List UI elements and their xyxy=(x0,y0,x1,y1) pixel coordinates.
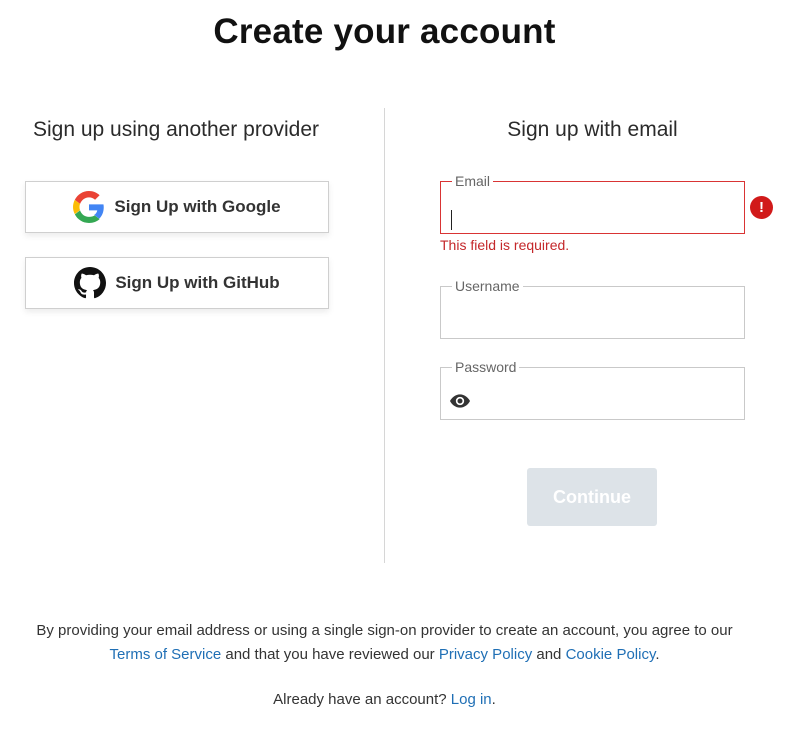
google-icon xyxy=(73,191,105,223)
username-input[interactable] xyxy=(449,293,736,327)
email-field[interactable]: Email xyxy=(440,174,745,234)
page-title: Create your account xyxy=(213,12,556,51)
login-prompt-text: Already have an account? xyxy=(273,691,447,708)
text-cursor xyxy=(451,210,452,230)
google-signup-button[interactable]: Sign Up with Google xyxy=(25,181,329,233)
terms-notice: By providing your email address or using… xyxy=(20,619,749,667)
terms-notice-text-3: and xyxy=(536,646,562,663)
google-signup-label: Sign Up with Google xyxy=(114,197,281,216)
login-link[interactable]: Log in xyxy=(451,691,492,708)
provider-section-heading: Sign up using another provider xyxy=(32,118,320,141)
error-icon: ! xyxy=(750,196,773,219)
email-error-message: This field is required. xyxy=(440,237,570,253)
password-field[interactable]: Password xyxy=(440,360,745,420)
username-field[interactable]: Username xyxy=(440,279,745,339)
username-label: Username xyxy=(455,278,520,294)
terms-notice-period: . xyxy=(655,646,660,663)
terms-notice-text: By providing your email address or using… xyxy=(36,622,733,639)
eye-icon[interactable] xyxy=(450,394,470,408)
email-section-heading: Sign up with email xyxy=(507,118,678,141)
email-input[interactable] xyxy=(449,188,736,222)
password-label: Password xyxy=(455,359,517,375)
password-input[interactable] xyxy=(449,374,736,408)
cookie-policy-link[interactable]: Cookie Policy xyxy=(566,646,656,663)
email-label: Email xyxy=(455,173,491,189)
github-signup-button[interactable]: Sign Up with GitHub xyxy=(25,257,329,309)
continue-button[interactable]: Continue xyxy=(527,468,657,526)
login-prompt: Already have an account? Log in. xyxy=(0,691,769,708)
terms-notice-text-2: and that you have reviewed our xyxy=(225,646,435,663)
github-icon xyxy=(74,267,107,299)
login-prompt-period: . xyxy=(491,691,496,708)
privacy-policy-link[interactable]: Privacy Policy xyxy=(439,646,532,663)
terms-of-service-link[interactable]: Terms of Service xyxy=(109,646,221,663)
section-divider xyxy=(384,108,385,563)
github-signup-label: Sign Up with GitHub xyxy=(115,273,280,292)
